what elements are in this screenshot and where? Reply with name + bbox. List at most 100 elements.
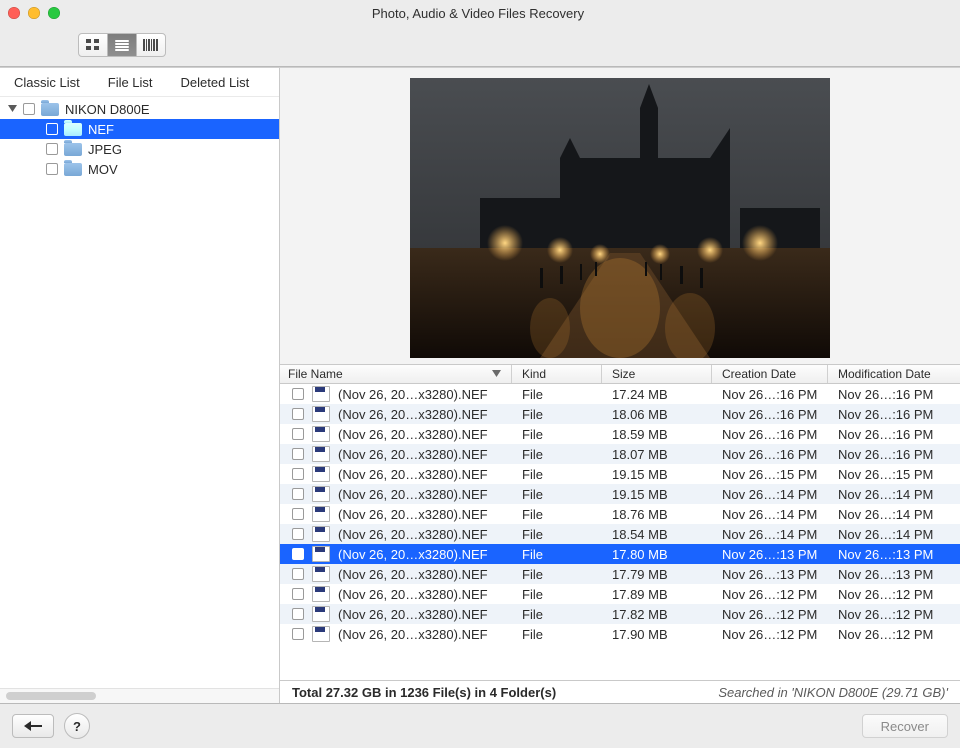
table-row[interactable]: (Nov 26, 20…x3280).NEFFile18.06 MBNov 26… [280, 404, 960, 424]
checkbox[interactable] [292, 548, 304, 560]
table-row[interactable]: (Nov 26, 20…x3280).NEFFile18.76 MBNov 26… [280, 504, 960, 524]
column-header-label: File Name [288, 367, 343, 381]
table-row[interactable]: (Nov 26, 20…x3280).NEFFile19.15 MBNov 26… [280, 464, 960, 484]
table-row[interactable]: (Nov 26, 20…x3280).NEFFile18.07 MBNov 26… [280, 444, 960, 464]
file-creation-date: Nov 26…:12 PM [712, 587, 828, 602]
file-creation-date: Nov 26…:16 PM [712, 407, 828, 422]
status-searched-in: Searched in 'NIKON D800E (29.71 GB)' [718, 685, 948, 700]
checkbox[interactable] [292, 408, 304, 420]
column-header-size[interactable]: Size [602, 365, 712, 383]
file-table: File Name Kind Size Creation Date Modifi… [280, 364, 960, 680]
table-row[interactable]: (Nov 26, 20…x3280).NEFFile17.79 MBNov 26… [280, 564, 960, 584]
tree-child-label: JPEG [88, 142, 122, 157]
column-header-file-name[interactable]: File Name [280, 365, 512, 383]
tree-child-row[interactable]: JPEG [0, 139, 279, 159]
table-row[interactable]: (Nov 26, 20…x3280).NEFFile18.59 MBNov 26… [280, 424, 960, 444]
file-name: (Nov 26, 20…x3280).NEF [338, 607, 488, 622]
table-row[interactable]: (Nov 26, 20…x3280).NEFFile17.80 MBNov 26… [280, 544, 960, 564]
close-window-button[interactable] [8, 7, 20, 19]
recover-button[interactable]: Recover [862, 714, 948, 738]
file-icon [312, 566, 330, 582]
checkbox[interactable] [292, 448, 304, 460]
checkbox[interactable] [292, 488, 304, 500]
tree-root-label: NIKON D800E [65, 102, 150, 117]
view-mode-cover-button[interactable] [137, 34, 165, 56]
folder-icon [41, 103, 59, 116]
column-header-creation-date[interactable]: Creation Date [712, 365, 828, 383]
file-name: (Nov 26, 20…x3280).NEF [338, 467, 488, 482]
file-creation-date: Nov 26…:16 PM [712, 447, 828, 462]
file-table-body[interactable]: (Nov 26, 20…x3280).NEFFile17.24 MBNov 26… [280, 384, 960, 680]
file-icon [312, 606, 330, 622]
checkbox[interactable] [292, 388, 304, 400]
file-name: (Nov 26, 20…x3280).NEF [338, 427, 488, 442]
tab-deleted-list[interactable]: Deleted List [167, 73, 264, 92]
help-button[interactable]: ? [64, 713, 90, 739]
checkbox[interactable] [292, 428, 304, 440]
tree-root-row[interactable]: NIKON D800E [0, 99, 279, 119]
window-title: Photo, Audio & Video Files Recovery [60, 6, 952, 21]
file-modification-date: Nov 26…:16 PM [828, 447, 944, 462]
file-size: 17.90 MB [602, 627, 712, 642]
file-name: (Nov 26, 20…x3280).NEF [338, 487, 488, 502]
folder-tree[interactable]: NIKON D800E NEF JPEG MOV [0, 97, 279, 688]
status-summary: Total 27.32 GB in 1236 File(s) in 4 Fold… [292, 685, 556, 700]
file-kind: File [512, 427, 602, 442]
checkbox[interactable] [292, 568, 304, 580]
column-header-kind[interactable]: Kind [512, 365, 602, 383]
file-name: (Nov 26, 20…x3280).NEF [338, 547, 488, 562]
table-row[interactable]: (Nov 26, 20…x3280).NEFFile17.89 MBNov 26… [280, 584, 960, 604]
table-row[interactable]: (Nov 26, 20…x3280).NEFFile17.82 MBNov 26… [280, 604, 960, 624]
file-icon [312, 586, 330, 602]
checkbox[interactable] [46, 123, 58, 135]
file-modification-date: Nov 26…:12 PM [828, 587, 944, 602]
checkbox[interactable] [292, 528, 304, 540]
column-header-modification-date[interactable]: Modification Date [828, 365, 944, 383]
checkbox[interactable] [46, 143, 58, 155]
table-row[interactable]: (Nov 26, 20…x3280).NEFFile17.90 MBNov 26… [280, 624, 960, 644]
checkbox[interactable] [292, 468, 304, 480]
back-button[interactable] [12, 714, 54, 738]
file-size: 19.15 MB [602, 487, 712, 502]
file-creation-date: Nov 26…:14 PM [712, 507, 828, 522]
file-kind: File [512, 567, 602, 582]
tab-file-list[interactable]: File List [94, 73, 167, 92]
checkbox[interactable] [23, 103, 35, 115]
tree-child-row[interactable]: NEF [0, 119, 279, 139]
file-creation-date: Nov 26…:13 PM [712, 547, 828, 562]
file-modification-date: Nov 26…:13 PM [828, 567, 944, 582]
table-row[interactable]: (Nov 26, 20…x3280).NEF File19.15 MBNov 26… [280, 484, 960, 504]
file-kind: File [512, 627, 602, 642]
file-kind: File [512, 407, 602, 422]
file-creation-date: Nov 26…:16 PM [712, 427, 828, 442]
file-size: 18.06 MB [602, 407, 712, 422]
view-mode-list-button[interactable] [108, 34, 137, 56]
tree-child-row[interactable]: MOV [0, 159, 279, 179]
file-icon [312, 546, 330, 562]
file-creation-date: Nov 26…:14 PM [712, 487, 828, 502]
file-modification-date: Nov 26…:16 PM [828, 387, 944, 402]
view-mode-icon-button[interactable] [79, 34, 108, 56]
file-creation-date: Nov 26…:16 PM [712, 387, 828, 402]
checkbox[interactable] [292, 588, 304, 600]
file-icon [312, 486, 330, 502]
minimize-window-button[interactable] [28, 7, 40, 19]
table-row[interactable]: (Nov 26, 20…x3280).NEFFile17.24 MBNov 26… [280, 384, 960, 404]
left-pane: Classic List File List Deleted List NIKO… [0, 68, 280, 703]
file-icon [312, 446, 330, 462]
file-modification-date: Nov 26…:12 PM [828, 627, 944, 642]
checkbox[interactable] [46, 163, 58, 175]
checkbox[interactable] [292, 508, 304, 520]
left-pane-scrollbar[interactable] [0, 688, 279, 703]
tab-classic-list[interactable]: Classic List [0, 73, 94, 92]
scrollbar-thumb[interactable] [6, 692, 96, 700]
file-icon [312, 426, 330, 442]
table-row[interactable]: (Nov 26, 20…x3280).NEFFile18.54 MBNov 26… [280, 524, 960, 544]
disclosure-triangle-icon[interactable] [8, 105, 17, 114]
file-icon [312, 386, 330, 402]
zoom-window-button[interactable] [48, 7, 60, 19]
checkbox[interactable] [292, 628, 304, 640]
file-kind: File [512, 487, 602, 502]
checkbox[interactable] [292, 608, 304, 620]
right-pane: File Name Kind Size Creation Date Modifi… [280, 68, 960, 703]
